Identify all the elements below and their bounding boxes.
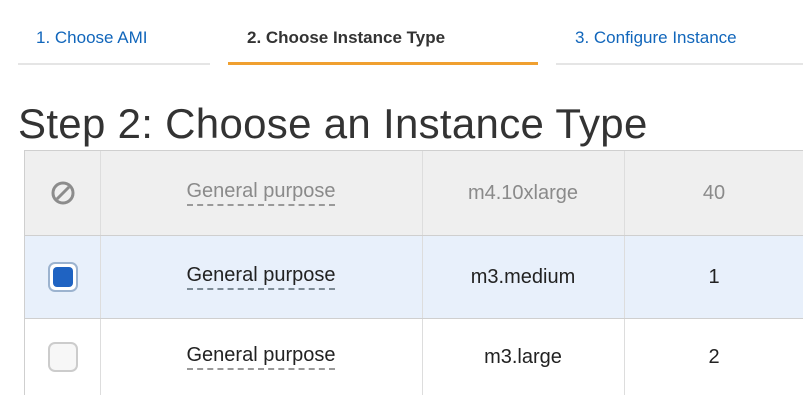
tab-divider [556, 63, 803, 65]
tab-configure-instance[interactable]: 3. Configure Instance [575, 28, 737, 48]
tab-choose-instance-type[interactable]: 2. Choose Instance Type [247, 28, 445, 48]
instance-type: m3.large [484, 345, 562, 368]
family-cell: General purpose [100, 319, 423, 395]
instance-type: m4.10xlarge [467, 181, 579, 204]
table-row[interactable]: General purpose m3.medium 1 [25, 236, 803, 319]
row-select-cell [25, 319, 101, 395]
row-select-cell [25, 151, 101, 235]
tab-choose-ami[interactable]: 1. Choose AMI [36, 28, 148, 48]
type-cell: m4.10xlarge [422, 151, 625, 235]
vcpu-cell: 2 [624, 319, 803, 395]
vcpus: 2 [708, 345, 720, 368]
instance-family[interactable]: General purpose [186, 180, 336, 206]
type-cell: m3.medium [422, 236, 625, 318]
row-select-cell [25, 236, 101, 318]
table-row: General purpose m4.10xlarge 40 [25, 151, 803, 236]
instance-family[interactable]: General purpose [186, 264, 336, 290]
vcpus: 1 [708, 265, 720, 288]
type-cell: m3.large [422, 319, 625, 395]
page-title: Step 2: Choose an Instance Type [18, 100, 648, 147]
family-cell: General purpose [100, 151, 423, 235]
vcpu-cell: 1 [624, 236, 803, 318]
instance-type-table: General purpose m4.10xlarge 40 General p… [24, 150, 803, 395]
row-checkbox[interactable] [47, 342, 78, 372]
instance-family[interactable]: General purpose [186, 344, 336, 370]
row-checkbox-checked[interactable] [47, 262, 78, 292]
table-row[interactable]: General purpose m3.large 2 [25, 319, 803, 395]
vcpu-cell: 40 [624, 151, 803, 235]
tab-divider [18, 63, 210, 65]
active-tab-indicator [228, 62, 538, 65]
vcpus: 40 [702, 181, 726, 204]
no-entry-icon [51, 181, 74, 205]
family-cell: General purpose [100, 236, 423, 318]
instance-type: m3.medium [470, 265, 576, 288]
wizard-tabs: 1. Choose AMI 2. Choose Instance Type 3.… [0, 0, 803, 70]
